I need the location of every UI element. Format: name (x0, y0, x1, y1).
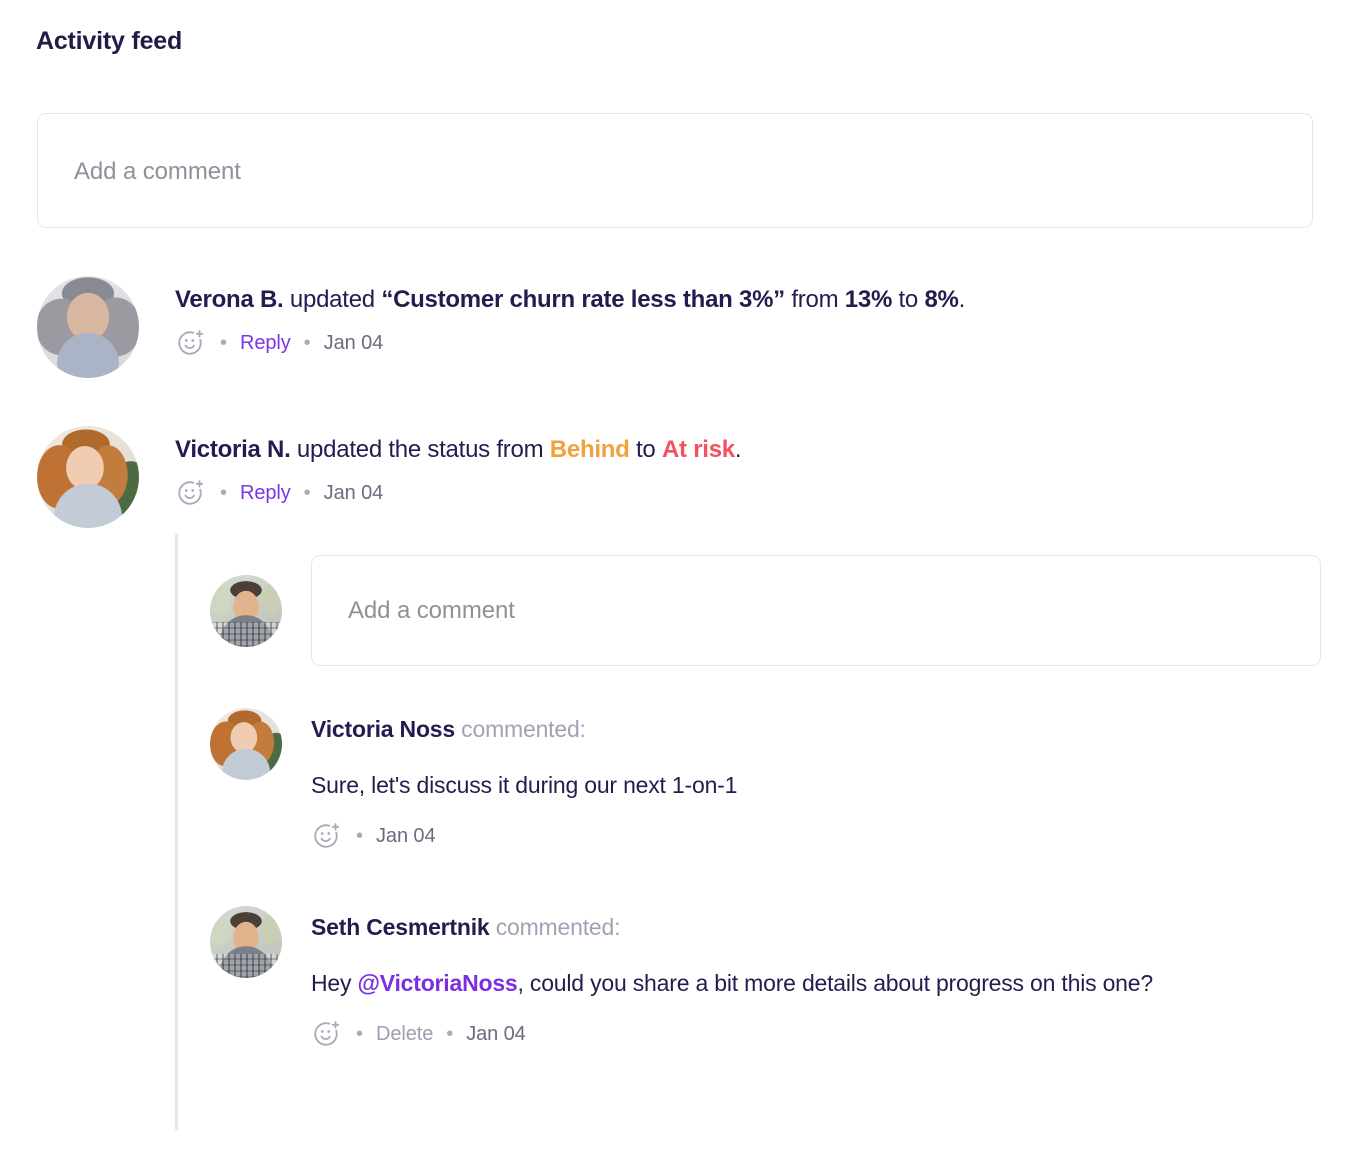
activity-verb: updated the status from (290, 436, 550, 463)
add-reaction-button[interactable] (311, 1019, 341, 1049)
comment-meta: • Delete • Jan 04 (311, 1019, 1153, 1049)
activity-text: Verona B. updated “Customer churn rate l… (175, 284, 965, 316)
activity-from-label: from (784, 286, 845, 313)
thread-comment-composer[interactable]: Add a comment (311, 555, 1321, 666)
thread-comment: Seth Cesmertnik commented: Hey @Victoria… (210, 906, 1153, 1049)
add-reaction-button[interactable] (175, 328, 205, 358)
add-reaction-button[interactable] (175, 478, 205, 508)
avatar (210, 574, 282, 647)
activity-from-value: 13% (844, 286, 893, 313)
smiley-plus-icon[interactable] (175, 328, 205, 358)
comment-text-after-mention: , could you share a bit more details abo… (517, 970, 1154, 996)
activity-to-value: 8% (924, 286, 959, 313)
smiley-plus-icon[interactable] (175, 478, 205, 508)
add-reaction-button[interactable] (311, 821, 341, 851)
comment-date: Jan 04 (466, 1022, 526, 1045)
activity-item: Victoria N. updated the status from Behi… (37, 426, 742, 528)
activity-meta: • Reply • Jan 04 (175, 478, 741, 508)
activity-period: . (958, 286, 966, 313)
comment-text-before-mention: Hey (311, 970, 358, 996)
smiley-plus-icon[interactable] (311, 1019, 341, 1049)
avatar (37, 426, 139, 528)
avatar (210, 906, 282, 978)
meta-separator: • (356, 825, 364, 847)
reply-link[interactable]: Reply (240, 332, 291, 355)
thread-comment-input-placeholder[interactable]: Add a comment (348, 597, 515, 625)
smiley-plus-icon[interactable] (311, 821, 341, 851)
comment-input-placeholder[interactable]: Add a comment (74, 158, 241, 186)
activity-date: Jan 04 (323, 481, 384, 504)
activity-target: “Customer churn rate less than 3%” (381, 286, 785, 313)
activity-item: Verona B. updated “Customer churn rate l… (37, 276, 965, 378)
avatar (37, 276, 139, 378)
page-title: Activity feed (36, 27, 183, 55)
activity-verb: updated (283, 286, 382, 313)
meta-separator: • (220, 332, 228, 354)
delete-link[interactable]: Delete (376, 1023, 433, 1046)
avatar (210, 708, 282, 780)
activity-body: Verona B. updated “Customer churn rate l… (175, 276, 965, 358)
comment-date: Jan 04 (376, 824, 436, 847)
avatar-shirt-pattern (210, 622, 282, 647)
comment-author-name: Seth Cesmertnik (311, 914, 490, 940)
meta-separator: • (446, 1023, 454, 1045)
activity-to-label: to (892, 286, 925, 313)
user-mention-link[interactable]: @VictoriaNoss (358, 970, 518, 996)
comment-verb: commented: (454, 716, 586, 742)
activity-actor-name: Verona B. (175, 286, 284, 313)
activity-body: Victoria N. updated the status from Behi… (175, 426, 742, 508)
status-badge-behind: Behind (549, 436, 630, 463)
activity-meta: • Reply • Jan 04 (175, 328, 965, 358)
comment-meta: • Jan 04 (311, 821, 737, 851)
thread-comment-header: Seth Cesmertnik commented: (311, 912, 1153, 942)
comment-author-name: Victoria Noss (311, 716, 455, 742)
comment-text: Sure, let's discuss it during our next 1… (311, 772, 738, 798)
meta-separator: • (220, 482, 228, 504)
activity-text: Victoria N. updated the status from Behi… (175, 434, 742, 466)
activity-to-label: to (629, 436, 662, 463)
comment-verb: commented: (489, 914, 621, 940)
meta-separator: • (356, 1023, 364, 1045)
thread-comment-composer-row: Add a comment (210, 555, 1321, 666)
activity-date: Jan 04 (323, 331, 384, 354)
meta-separator: • (303, 482, 311, 504)
comment-composer[interactable]: Add a comment (37, 113, 1313, 228)
thread-comment-header: Victoria Noss commented: (311, 714, 737, 744)
activity-feed-page: Activity feed Add a comment Verona B. up… (0, 0, 1350, 1160)
activity-period: . (734, 436, 742, 463)
meta-separator: • (303, 332, 311, 354)
thread-comment-body: Victoria Noss commented: Sure, let's dis… (311, 708, 737, 851)
reply-link[interactable]: Reply (240, 482, 291, 505)
thread-comment-body: Seth Cesmertnik commented: Hey @Victoria… (311, 906, 1153, 1049)
comment-text: Hey @VictoriaNoss, could you share a bit… (311, 962, 1153, 1005)
status-badge-at-risk: At risk (661, 436, 735, 463)
avatar-shirt-pattern (210, 953, 282, 978)
thread-connector-line (175, 533, 178, 1131)
activity-actor-name: Victoria N. (175, 436, 291, 463)
thread-comment: Victoria Noss commented: Sure, let's dis… (210, 708, 737, 851)
